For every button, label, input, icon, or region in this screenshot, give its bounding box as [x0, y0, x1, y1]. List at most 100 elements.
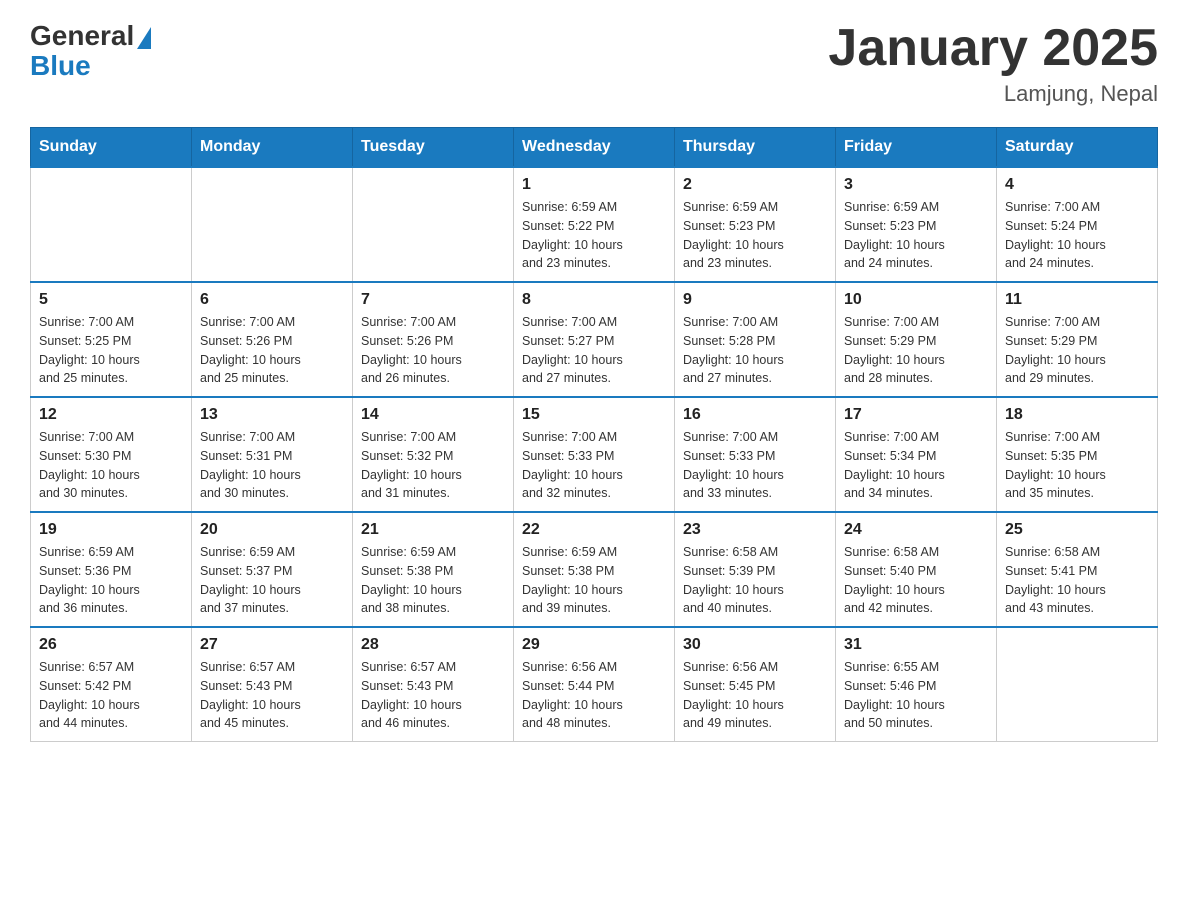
day-number: 30: [683, 636, 827, 654]
day-number: 6: [200, 291, 344, 309]
day-number: 12: [39, 406, 183, 424]
col-header-tuesday: Tuesday: [353, 128, 514, 168]
day-number: 18: [1005, 406, 1149, 424]
day-cell: 29 Sunrise: 6:56 AMSunset: 5:44 PMDayligh…: [514, 627, 675, 742]
day-info: Sunrise: 6:58 AMSunset: 5:40 PMDaylight:…: [844, 543, 988, 618]
day-number: 15: [522, 406, 666, 424]
logo: General Blue: [30, 20, 151, 82]
day-cell: 3 Sunrise: 6:59 AMSunset: 5:23 PMDaylight…: [836, 167, 997, 282]
day-info: Sunrise: 7:00 AMSunset: 5:25 PMDaylight:…: [39, 313, 183, 388]
day-info: Sunrise: 6:55 AMSunset: 5:46 PMDaylight:…: [844, 658, 988, 733]
day-cell: 25 Sunrise: 6:58 AMSunset: 5:41 PMDayligh…: [997, 512, 1158, 627]
day-number: 13: [200, 406, 344, 424]
day-cell: [997, 627, 1158, 742]
day-number: 23: [683, 521, 827, 539]
page-header: General Blue January 2025 Lamjung, Nepal: [30, 20, 1158, 107]
day-cell: 7 Sunrise: 7:00 AMSunset: 5:26 PMDaylight…: [353, 282, 514, 397]
day-cell: 22 Sunrise: 6:59 AMSunset: 5:38 PMDayligh…: [514, 512, 675, 627]
day-info: Sunrise: 7:00 AMSunset: 5:24 PMDaylight:…: [1005, 198, 1149, 273]
day-number: 2: [683, 176, 827, 194]
day-cell: 30 Sunrise: 6:56 AMSunset: 5:45 PMDayligh…: [675, 627, 836, 742]
day-cell: 19Sunrise: 6:59 AMSunset: 5:36 PMDayligh…: [31, 512, 192, 627]
day-info: Sunrise: 6:59 AMSunset: 5:38 PMDaylight:…: [522, 543, 666, 618]
day-number: 9: [683, 291, 827, 309]
day-cell: [353, 167, 514, 282]
day-number: 27: [200, 636, 344, 654]
week-row-4: 19Sunrise: 6:59 AMSunset: 5:36 PMDayligh…: [31, 512, 1158, 627]
day-number: 26: [39, 636, 183, 654]
logo-general-text: General: [30, 20, 134, 52]
day-number: 8: [522, 291, 666, 309]
week-row-2: 5 Sunrise: 7:00 AMSunset: 5:25 PMDaylight…: [31, 282, 1158, 397]
day-cell: [31, 167, 192, 282]
day-cell: 4 Sunrise: 7:00 AMSunset: 5:24 PMDaylight…: [997, 167, 1158, 282]
day-info: Sunrise: 6:59 AMSunset: 5:38 PMDaylight:…: [361, 543, 505, 618]
day-cell: 21Sunrise: 6:59 AMSunset: 5:38 PMDayligh…: [353, 512, 514, 627]
day-info: Sunrise: 6:56 AMSunset: 5:44 PMDaylight:…: [522, 658, 666, 733]
logo-blue-text: Blue: [30, 50, 151, 82]
col-header-thursday: Thursday: [675, 128, 836, 168]
day-number: 22: [522, 521, 666, 539]
day-number: 16: [683, 406, 827, 424]
day-number: 14: [361, 406, 505, 424]
day-cell: 27 Sunrise: 6:57 AMSunset: 5:43 PMDayligh…: [192, 627, 353, 742]
day-info: Sunrise: 6:57 AMSunset: 5:43 PMDaylight:…: [200, 658, 344, 733]
day-info: Sunrise: 6:56 AMSunset: 5:45 PMDaylight:…: [683, 658, 827, 733]
day-cell: 11 Sunrise: 7:00 AMSunset: 5:29 PMDayligh…: [997, 282, 1158, 397]
day-cell: 17 Sunrise: 7:00 AMSunset: 5:34 PMDayligh…: [836, 397, 997, 512]
day-info: Sunrise: 6:58 AMSunset: 5:41 PMDaylight:…: [1005, 543, 1149, 618]
day-cell: [192, 167, 353, 282]
day-number: 11: [1005, 291, 1149, 309]
calendar-table: SundayMondayTuesdayWednesdayThursdayFrid…: [30, 127, 1158, 742]
col-header-friday: Friday: [836, 128, 997, 168]
day-info: Sunrise: 7:00 AMSunset: 5:31 PMDaylight:…: [200, 428, 344, 503]
calendar-header-row: SundayMondayTuesdayWednesdayThursdayFrid…: [31, 128, 1158, 168]
day-info: Sunrise: 6:59 AMSunset: 5:23 PMDaylight:…: [844, 198, 988, 273]
day-number: 3: [844, 176, 988, 194]
day-info: Sunrise: 7:00 AMSunset: 5:26 PMDaylight:…: [200, 313, 344, 388]
day-info: Sunrise: 7:00 AMSunset: 5:30 PMDaylight:…: [39, 428, 183, 503]
day-info: Sunrise: 6:57 AMSunset: 5:43 PMDaylight:…: [361, 658, 505, 733]
day-cell: 5 Sunrise: 7:00 AMSunset: 5:25 PMDaylight…: [31, 282, 192, 397]
day-number: 4: [1005, 176, 1149, 194]
day-cell: 26 Sunrise: 6:57 AMSunset: 5:42 PMDayligh…: [31, 627, 192, 742]
day-info: Sunrise: 6:58 AMSunset: 5:39 PMDaylight:…: [683, 543, 827, 618]
day-info: Sunrise: 7:00 AMSunset: 5:33 PMDaylight:…: [683, 428, 827, 503]
col-header-monday: Monday: [192, 128, 353, 168]
day-info: Sunrise: 6:59 AMSunset: 5:23 PMDaylight:…: [683, 198, 827, 273]
day-cell: 31Sunrise: 6:55 AMSunset: 5:46 PMDayligh…: [836, 627, 997, 742]
col-header-wednesday: Wednesday: [514, 128, 675, 168]
day-info: Sunrise: 7:00 AMSunset: 5:34 PMDaylight:…: [844, 428, 988, 503]
day-cell: 12 Sunrise: 7:00 AMSunset: 5:30 PMDayligh…: [31, 397, 192, 512]
day-info: Sunrise: 7:00 AMSunset: 5:29 PMDaylight:…: [844, 313, 988, 388]
day-number: 29: [522, 636, 666, 654]
day-number: 7: [361, 291, 505, 309]
day-cell: 10Sunrise: 7:00 AMSunset: 5:29 PMDayligh…: [836, 282, 997, 397]
day-cell: 14 Sunrise: 7:00 AMSunset: 5:32 PMDayligh…: [353, 397, 514, 512]
day-cell: 18Sunrise: 7:00 AMSunset: 5:35 PMDayligh…: [997, 397, 1158, 512]
day-number: 19: [39, 521, 183, 539]
day-number: 25: [1005, 521, 1149, 539]
day-info: Sunrise: 6:59 AMSunset: 5:22 PMDaylight:…: [522, 198, 666, 273]
day-cell: 24Sunrise: 6:58 AMSunset: 5:40 PMDayligh…: [836, 512, 997, 627]
day-cell: 8 Sunrise: 7:00 AMSunset: 5:27 PMDaylight…: [514, 282, 675, 397]
day-cell: 28 Sunrise: 6:57 AMSunset: 5:43 PMDayligh…: [353, 627, 514, 742]
week-row-5: 26 Sunrise: 6:57 AMSunset: 5:42 PMDayligh…: [31, 627, 1158, 742]
title-section: January 2025 Lamjung, Nepal: [828, 20, 1158, 107]
day-info: Sunrise: 6:57 AMSunset: 5:42 PMDaylight:…: [39, 658, 183, 733]
day-info: Sunrise: 7:00 AMSunset: 5:32 PMDaylight:…: [361, 428, 505, 503]
day-number: 28: [361, 636, 505, 654]
day-info: Sunrise: 7:00 AMSunset: 5:29 PMDaylight:…: [1005, 313, 1149, 388]
day-cell: 1 Sunrise: 6:59 AMSunset: 5:22 PMDaylight…: [514, 167, 675, 282]
day-cell: 15Sunrise: 7:00 AMSunset: 5:33 PMDayligh…: [514, 397, 675, 512]
month-title: January 2025: [828, 20, 1158, 77]
day-info: Sunrise: 7:00 AMSunset: 5:27 PMDaylight:…: [522, 313, 666, 388]
location-text: Lamjung, Nepal: [828, 81, 1158, 107]
day-number: 17: [844, 406, 988, 424]
logo-triangle-icon: [137, 27, 151, 49]
day-number: 1: [522, 176, 666, 194]
day-cell: 16 Sunrise: 7:00 AMSunset: 5:33 PMDayligh…: [675, 397, 836, 512]
day-number: 5: [39, 291, 183, 309]
day-info: Sunrise: 7:00 AMSunset: 5:26 PMDaylight:…: [361, 313, 505, 388]
day-info: Sunrise: 7:00 AMSunset: 5:28 PMDaylight:…: [683, 313, 827, 388]
